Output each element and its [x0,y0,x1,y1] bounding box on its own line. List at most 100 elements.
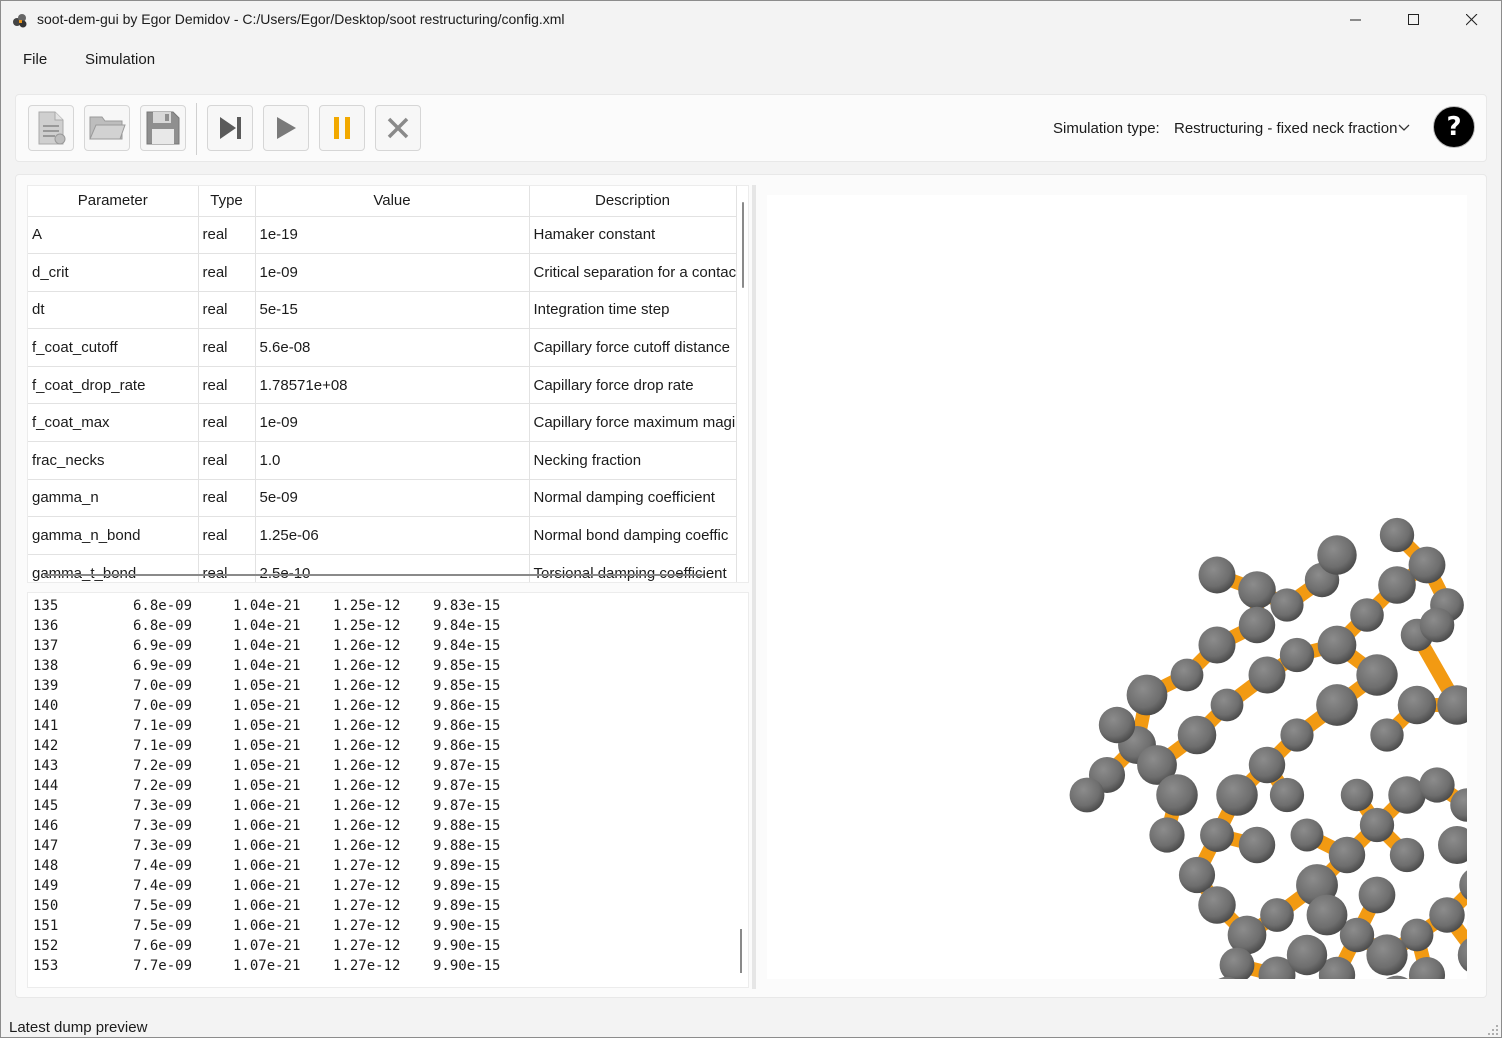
log-energy-value: 1.06e-21 [233,818,301,834]
primary-particle [1238,826,1276,864]
log-energy-value: 1.05e-21 [233,698,301,714]
log-torque-value: 9.85e-15 [433,658,501,674]
parameter-name-cell: d_crit [28,253,199,292]
primary-particle [1437,825,1477,865]
log-step-value: 142 [33,738,59,754]
log-scrollbar[interactable] [740,929,742,973]
parameter-value-cell[interactable]: 5e-15 [255,291,530,330]
table-row[interactable]: frac_necks real 1.0 Necking fraction [28,441,737,480]
primary-particle [1317,535,1357,575]
parameter-value-cell[interactable]: 1.0 [255,441,530,480]
column-header-description[interactable]: Description [529,186,737,217]
log-force-value: 1.26e-12 [333,798,401,814]
pause-button[interactable] [319,105,365,151]
parameter-name-cell: f_coat_drop_rate [28,366,199,405]
stop-button[interactable] [375,105,421,151]
parameter-description-cell: Torsional damping coefficient [529,554,737,582]
table-row[interactable]: d_crit real 1e-09 Critical separation for a… [28,253,737,292]
parameter-type-cell: real [198,328,256,367]
log-step-value: 146 [33,818,59,834]
parameter-description-cell: Normal damping coefficient [529,479,737,518]
column-header-value[interactable]: Value [255,186,530,217]
menu-file[interactable]: File [19,49,51,70]
primary-particle [1260,898,1294,932]
column-header-parameter[interactable]: Parameter [28,186,199,217]
log-line: 136 6.8e-09 1.04e-21 1.25e-12 9.84e-15 [28,616,748,636]
log-force-value: 1.26e-12 [333,818,401,834]
log-time-value: 6.9e-09 [133,658,193,674]
log-line: 152 7.6e-09 1.07e-21 1.27e-12 9.90e-15 [28,936,748,956]
parameter-value-cell[interactable]: 5e-09 [255,479,530,518]
step-button[interactable] [207,105,253,151]
open-file-button[interactable] [84,105,130,151]
log-step-value: 138 [33,658,59,674]
parameter-value-cell[interactable]: 1.78571e+08 [255,366,530,405]
log-torque-value: 9.88e-15 [433,838,501,854]
log-energy-value: 1.06e-21 [233,898,301,914]
log-step-value: 144 [33,778,59,794]
toolbar: Simulation type: Restructuring - fixed n… [15,94,1487,162]
table-row[interactable]: Areal 1e-19 Hamaker constant [28,216,737,255]
parameter-value-cell[interactable]: 1e-09 [255,253,530,292]
table-row[interactable]: f_coat_cutoff real 5.6e-08 Capillary force … [28,328,737,367]
primary-particle [1286,934,1328,976]
parameter-table-horizontal-scrollbar[interactable] [44,574,704,576]
log-time-value: 7.7e-09 [133,958,193,974]
log-torque-value: 9.86e-15 [433,698,501,714]
parameter-table-vertical-scrollbar[interactable] [742,202,744,288]
aggregate-3d-viewer[interactable] [767,195,1502,1034]
log-force-value: 1.26e-12 [333,638,401,654]
log-step-value: 145 [33,798,59,814]
log-torque-value: 9.86e-15 [433,718,501,734]
log-force-value: 1.25e-12 [333,598,401,614]
table-row[interactable]: gamma_n_bond real 1.25e-06 Normal bond damp… [28,516,737,555]
log-line: 139 7.0e-09 1.05e-21 1.26e-12 9.85e-15 [28,676,748,696]
log-force-value: 1.25e-12 [333,618,401,634]
primary-particle [1419,607,1455,643]
skip-forward-icon [220,117,241,139]
table-row[interactable]: gamma_t_bondreal2.5e-10Torsional damping… [28,554,737,582]
primary-particle [1126,674,1168,716]
column-header-type[interactable]: Type [198,186,256,217]
log-energy-value: 1.04e-21 [233,598,301,614]
parameter-value-cell[interactable]: 5.6e-08 [255,328,530,367]
table-row[interactable]: dt real 5e-15 Integration time step [28,291,737,330]
log-line: 150 7.5e-09 1.06e-21 1.27e-12 9.89e-15 [28,896,748,916]
save-file-button[interactable] [140,105,186,151]
log-torque-value: 9.83e-15 [433,598,501,614]
maximize-button[interactable] [1385,1,1443,39]
table-row[interactable]: f_coat_drop_rate real 1.78571e+08 Capillary… [28,366,737,405]
log-force-value: 1.27e-12 [333,898,401,914]
resize-grip-icon[interactable] [1487,1024,1499,1036]
log-line: 151 7.5e-09 1.06e-21 1.27e-12 9.90e-15 [28,916,748,936]
new-file-button[interactable] [28,105,74,151]
minimize-button[interactable] [1327,1,1385,39]
table-row[interactable]: f_coat_max real 1e-09 Capillary force maxim… [28,403,737,443]
menu-simulation[interactable]: Simulation [81,49,159,70]
log-line: 144 7.2e-09 1.05e-21 1.26e-12 9.87e-15 [28,776,748,796]
primary-particle [1397,685,1437,725]
log-line: 137 6.9e-09 1.04e-21 1.26e-12 9.84e-15 [28,636,748,656]
primary-particle [1210,688,1244,722]
parameter-value-cell[interactable]: 1.25e-06 [255,516,530,555]
table-row[interactable]: gamma_n real 5e-09 Normal damping coefficie… [28,479,737,518]
log-step-value: 140 [33,698,59,714]
parameter-value-cell[interactable]: 1e-09 [255,403,530,443]
parameter-description-cell: Normal bond damping coeffic [529,516,737,555]
help-button[interactable]: ? [1433,106,1475,148]
primary-particle [1270,588,1304,622]
pause-icon [334,117,350,139]
log-torque-value: 9.89e-15 [433,898,501,914]
parameter-value-cell[interactable]: 2.5e-10 [255,554,530,582]
log-line: 140 7.0e-09 1.05e-21 1.26e-12 9.86e-15 [28,696,748,716]
window-title: soot-dem-gui by Egor Demidov - C:/Users/… [37,11,565,27]
run-button[interactable] [263,105,309,151]
primary-particle [1350,598,1384,632]
parameter-value-cell[interactable]: 1e-19 [255,216,530,255]
log-force-value: 1.26e-12 [333,738,401,754]
panel-splitter[interactable] [752,185,756,989]
simulation-type-select[interactable]: Restructuring - fixed neck fraction [1166,115,1418,141]
close-button[interactable] [1443,1,1501,39]
primary-particle [1408,546,1446,584]
log-torque-value: 9.90e-15 [433,918,501,934]
